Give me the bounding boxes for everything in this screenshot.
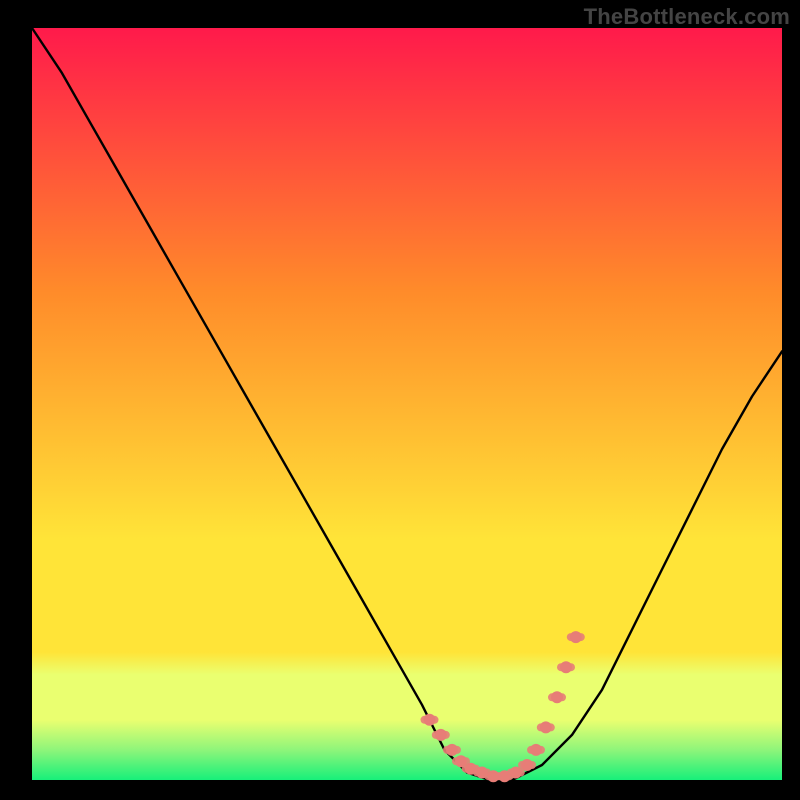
watermark-text: TheBottleneck.com	[584, 4, 790, 30]
marker-dash	[537, 723, 555, 731]
marker-dash	[421, 716, 439, 724]
marker-dash	[557, 663, 575, 671]
bottleneck-plot	[0, 0, 800, 800]
chart-frame: TheBottleneck.com	[0, 0, 800, 800]
marker-dash	[518, 761, 536, 769]
marker-dash	[567, 633, 585, 641]
plot-background	[32, 28, 782, 780]
marker-dash	[443, 746, 461, 754]
marker-dash	[527, 746, 545, 754]
marker-dash	[507, 769, 525, 777]
marker-dash	[548, 693, 566, 701]
marker-dash	[432, 731, 450, 739]
